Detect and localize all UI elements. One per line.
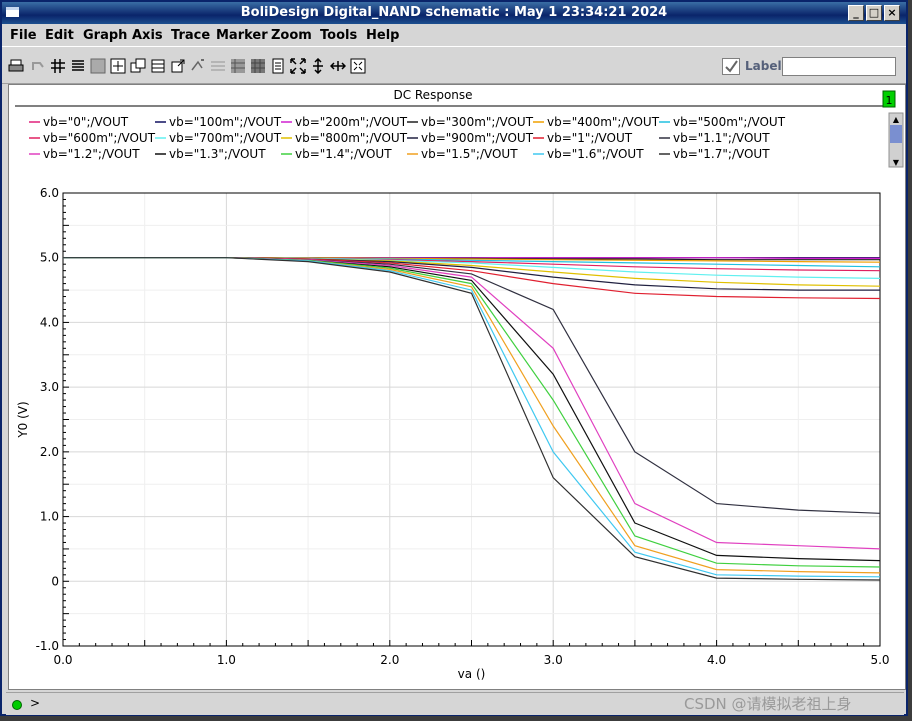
plot-panel: DC Response 1 ▲ ▼ vb="0";/VOUT vb="100m";/VOU… [8, 84, 906, 690]
x-tick-label: 3.0 [544, 653, 563, 667]
menu-zoom[interactable]: Zoom [271, 28, 312, 43]
scroll-up-icon: ▲ [893, 115, 900, 124]
x-tick-label: 2.0 [380, 653, 399, 667]
label-checkbox-text: Label [745, 59, 782, 73]
y-axis-label: Y0 (V) [16, 401, 30, 438]
x-tick-label: 5.0 [870, 653, 889, 667]
undo-icon[interactable] [30, 58, 46, 74]
fit-all-icon[interactable] [290, 58, 306, 74]
calc-icon[interactable] [270, 58, 286, 74]
legend-label: vb="800m";/VOUT [295, 131, 408, 145]
legend-label: vb="1.6";/VOUT [547, 147, 644, 161]
legend-label: vb="1";/VOUT [547, 131, 633, 145]
legend-label: vb="1.3";/VOUT [169, 147, 266, 161]
status-led-icon [12, 700, 22, 710]
legend-label: vb="100m";/VOUT [169, 115, 282, 129]
scroll-down-icon: ▼ [893, 158, 900, 167]
legend-label: vb="300m";/VOUT [421, 115, 534, 129]
subwindow-number: 1 [886, 94, 893, 107]
window-title: BoliDesign Digital_NAND schematic : May … [240, 5, 668, 20]
menu-marker[interactable]: Marker [216, 28, 268, 43]
print-icon[interactable] [8, 58, 24, 74]
close-button[interactable]: × [884, 5, 900, 21]
x-tick-label: 0.0 [53, 653, 72, 667]
menu-bar: File Edit Graph Axis Trace Marker Zoom T… [2, 24, 906, 46]
table-dark-icon[interactable] [250, 58, 266, 74]
label-checkbox[interactable] [722, 58, 740, 75]
x-tick-label: 4.0 [707, 653, 726, 667]
table-alt-icon[interactable] [230, 58, 246, 74]
menu-graph[interactable]: Graph [83, 28, 127, 43]
pan-vertical-icon[interactable] [310, 57, 326, 75]
app-window: BoliDesign Digital_NAND schematic : May … [0, 0, 908, 716]
title-bar[interactable]: BoliDesign Digital_NAND schematic : May … [2, 2, 906, 24]
legend-label: vb="900m";/VOUT [421, 131, 534, 145]
watermark: CSDN @请模拟老祖上身 [684, 695, 852, 713]
legend-scrollbar-thumb[interactable] [890, 125, 902, 143]
x-axis-label: va () [458, 667, 486, 681]
annotate-icon[interactable] [190, 58, 206, 74]
export-icon[interactable] [170, 58, 186, 74]
command-prompt[interactable]: > [30, 696, 40, 710]
maximize-button[interactable]: □ [866, 5, 882, 21]
plot-title: DC Response [393, 88, 472, 102]
menu-trace[interactable]: Trace [171, 28, 210, 43]
legend-label: vb="1.4";/VOUT [295, 147, 392, 161]
y-tick-label: 0 [51, 574, 59, 588]
y-tick-label: 1.0 [40, 510, 59, 524]
y-tick-label: -1.0 [36, 639, 59, 653]
menu-edit[interactable]: Edit [45, 28, 74, 43]
menu-file[interactable]: File [10, 28, 37, 43]
pan-horizontal-icon[interactable] [329, 58, 347, 74]
y-tick-label: 5.0 [40, 251, 59, 265]
menu-tools[interactable]: Tools [320, 28, 357, 43]
legend-label: vb="700m";/VOUT [169, 131, 282, 145]
legend-label: vb="400m";/VOUT [547, 115, 660, 129]
legend-label: vb="1.5";/VOUT [421, 147, 518, 161]
menu-axis[interactable]: Axis [132, 28, 163, 43]
legend-label: vb="500m";/VOUT [673, 115, 786, 129]
grid-icon[interactable] [50, 58, 66, 74]
legend-label: vb="1.1";/VOUT [673, 131, 770, 145]
zoom-box-icon[interactable] [350, 58, 366, 74]
strip-icon[interactable] [70, 58, 86, 74]
y-tick-label: 2.0 [40, 445, 59, 459]
y-tick-label: 3.0 [40, 380, 59, 394]
table-icon[interactable] [210, 58, 226, 74]
copy-icon[interactable] [130, 58, 146, 74]
x-tick-label: 1.0 [217, 653, 236, 667]
minimize-button[interactable]: _ [848, 5, 864, 21]
dc-response-chart[interactable]: DC Response 1▲ ▼ vb="0";/VOUT vb="100m";/VOU… [9, 85, 905, 689]
legend-label: vb="600m";/VOUT [43, 131, 156, 145]
legend-label: vb="1.2";/VOUT [43, 147, 140, 161]
y-tick-label: 6.0 [40, 186, 59, 200]
legend-label: vb="1.7";/VOUT [673, 147, 770, 161]
blank-icon[interactable] [90, 58, 106, 74]
legend-label: vb="200m";/VOUT [295, 115, 408, 129]
toolbar: Label [2, 46, 906, 84]
layout-icon[interactable] [150, 58, 166, 74]
legend-label: vb="0";/VOUT [43, 115, 129, 129]
label-input[interactable] [782, 57, 896, 76]
zoom-fit-icon[interactable] [110, 58, 126, 74]
menu-help[interactable]: Help [366, 28, 399, 43]
y-tick-label: 4.0 [40, 315, 59, 329]
